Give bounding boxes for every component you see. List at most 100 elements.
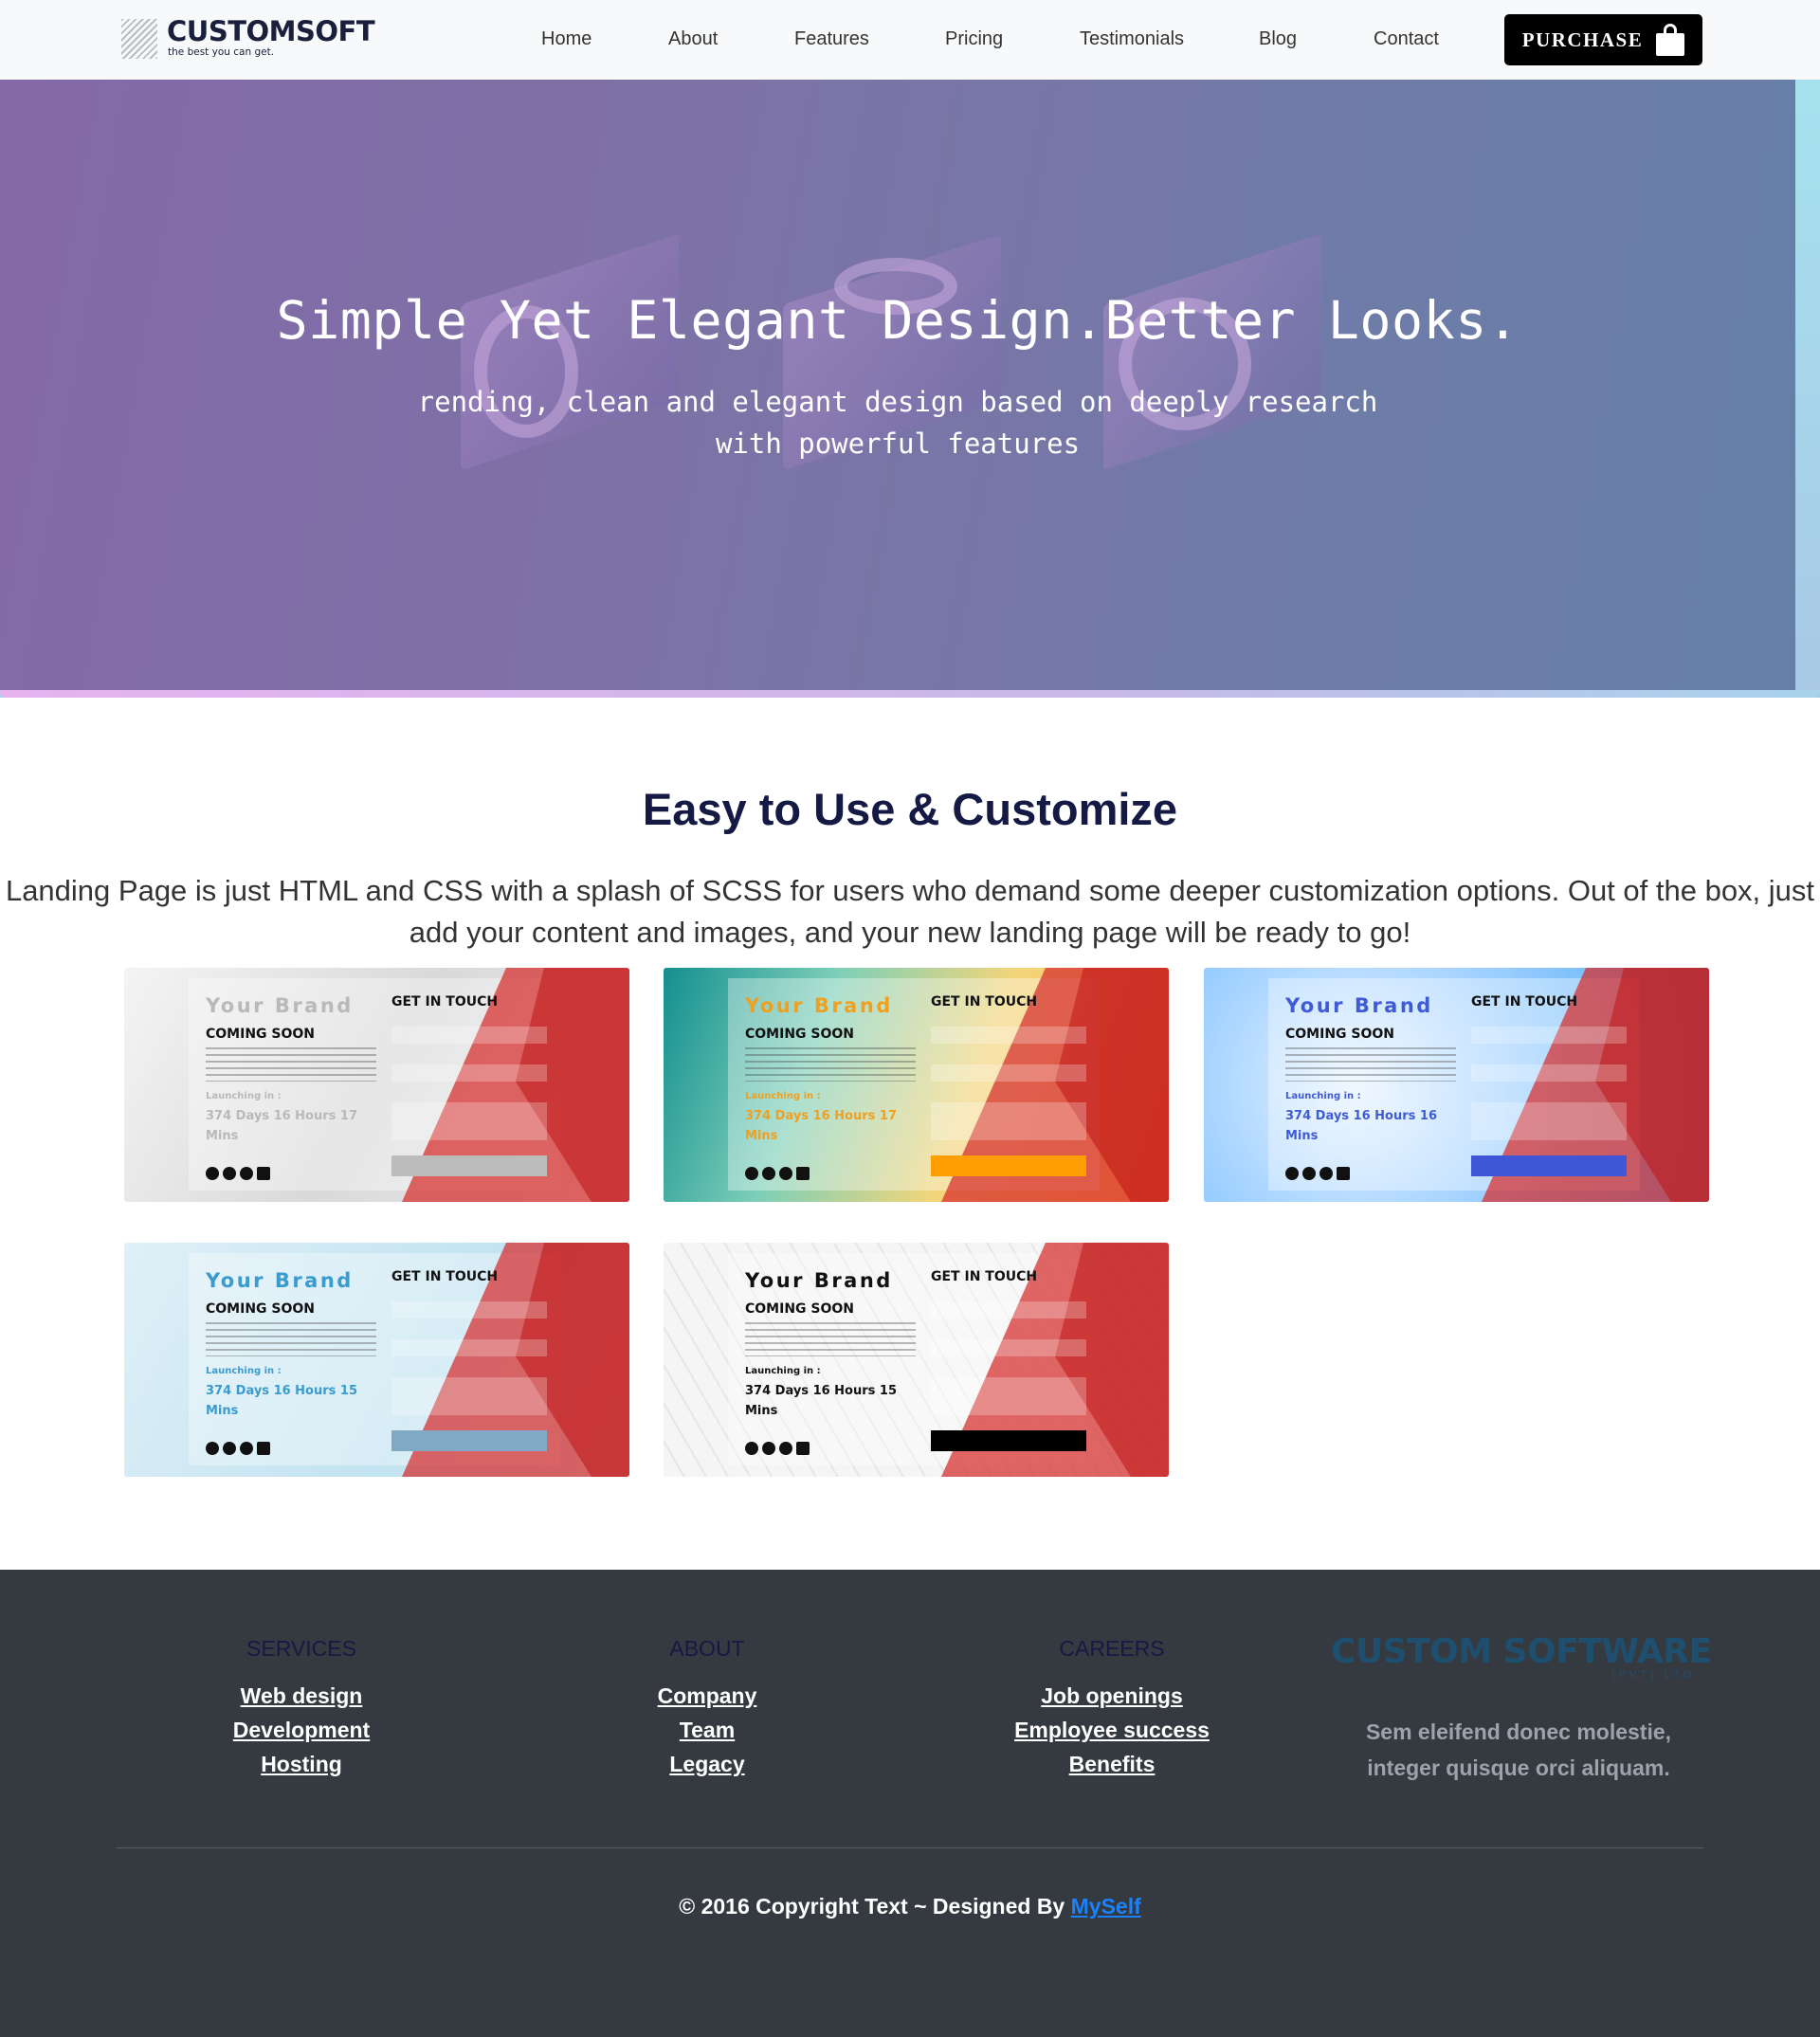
facebook-icon (1285, 1167, 1299, 1180)
instagram-icon (223, 1167, 236, 1180)
nav-home[interactable]: Home (541, 28, 592, 50)
google-icon (779, 1442, 792, 1455)
thumbnail-countdown: 374 Days 16 Hours 16 Mins (1285, 1109, 1438, 1143)
thumbnail-contact-title: GET IN TOUCH (391, 994, 499, 1009)
thumbnail-launch-label: Launching in : (745, 1091, 821, 1101)
thumbnail-name-field (391, 1301, 547, 1319)
thumbnail-coming-soon: COMING SOON (206, 1027, 316, 1042)
purchase-button[interactable]: PURCHASE (1504, 14, 1702, 65)
hero-banner: Simple Yet Elegant Design.Better Looks. … (0, 80, 1820, 698)
nav-contact[interactable]: Contact (1374, 28, 1439, 50)
template-thumbnail[interactable]: Your Brand COMING SOON Launching in : 37… (1204, 968, 1709, 1202)
nav-blog[interactable]: Blog (1259, 28, 1297, 50)
linkedin-icon (796, 1167, 810, 1180)
footer-services-title: SERVICES (246, 1636, 356, 1661)
thumbnail-name-field (931, 1027, 1086, 1044)
thumbnail-message-field (391, 1377, 547, 1415)
footer-link-employee-success[interactable]: Employee success (970, 1718, 1254, 1743)
thumbnail-brand: Your Brand (206, 1269, 354, 1292)
hero-title: Simple Yet Elegant Design.Better Looks. (276, 290, 1520, 351)
linkedin-icon (257, 1442, 270, 1455)
thumbnail-social-icons (745, 1442, 810, 1455)
google-icon (240, 1167, 253, 1180)
thumbnail-body-text (1285, 1047, 1456, 1082)
facebook-icon (206, 1167, 219, 1180)
thumbnail-coming-soon: COMING SOON (745, 1301, 855, 1317)
thumbnail-brand: Your Brand (1285, 994, 1433, 1017)
template-thumbnail[interactable]: Your Brand COMING SOON Launching in : 37… (664, 1243, 1169, 1477)
thumbnail-email-field (391, 1064, 547, 1082)
thumbnail-coming-soon: COMING SOON (1285, 1027, 1395, 1042)
thumbnail-message-field (931, 1377, 1086, 1415)
footer-brand-suffix: (PVT) LTD (1611, 1669, 1695, 1681)
facebook-icon (745, 1442, 758, 1455)
thumbnail-coming-soon: COMING SOON (206, 1301, 316, 1317)
thumbnail-brand: Your Brand (745, 1269, 893, 1292)
hero-edge-strip (1795, 80, 1820, 698)
thumbnail-body-text (745, 1047, 916, 1082)
thumbnail-launch-label: Launching in : (745, 1366, 821, 1376)
nav-testimonials[interactable]: Testimonials (1080, 28, 1184, 50)
hero-edge-strip (0, 690, 1820, 698)
footer-about-title: ABOUT (669, 1636, 745, 1661)
brand-logo[interactable]: CUSTOMSOFT the best you can get. (121, 15, 375, 63)
google-icon (779, 1167, 792, 1180)
thumbnail-send-button (391, 1155, 547, 1176)
nav-about[interactable]: About (668, 28, 718, 50)
thumbnail-contact-title: GET IN TOUCH (931, 994, 1038, 1009)
thumbnail-name-field (931, 1301, 1086, 1319)
thumbnail-contact-title: GET IN TOUCH (391, 1269, 499, 1284)
copyright-text: © 2016 Copyright Text ~ Designed By (679, 1894, 1065, 1919)
thumbnail-name-field (1471, 1027, 1627, 1044)
thumbnail-social-icons (206, 1442, 270, 1455)
thumbnail-launch-label: Launching in : (1285, 1091, 1361, 1101)
template-thumbnail[interactable]: Your Brand COMING SOON Launching in : 37… (124, 968, 629, 1202)
google-icon (240, 1442, 253, 1455)
thumbnail-coming-soon: COMING SOON (745, 1027, 855, 1042)
thumbnail-countdown: 374 Days 16 Hours 17 Mins (206, 1109, 358, 1143)
facebook-icon (745, 1167, 758, 1180)
copyright: © 2016 Copyright Text ~ Designed By MySe… (0, 1894, 1820, 1919)
thumbnail-send-button (931, 1430, 1086, 1451)
thumbnail-message-field (931, 1102, 1086, 1140)
footer-link-company[interactable]: Company (565, 1683, 849, 1709)
features-title: Easy to Use & Customize (642, 784, 1178, 834)
footer: SERVICES Web design Development Hosting … (0, 1570, 1820, 2037)
nav-pricing[interactable]: Pricing (945, 28, 1003, 50)
shopping-bag-icon (1656, 24, 1685, 56)
thumbnail-email-field (1471, 1064, 1627, 1082)
thumbnail-email-field (931, 1064, 1086, 1082)
thumbnail-send-button (931, 1155, 1086, 1176)
thumbnail-send-button (391, 1430, 547, 1451)
footer-link-job-openings[interactable]: Job openings (970, 1683, 1254, 1709)
thumbnail-brand: Your Brand (745, 994, 893, 1017)
designer-link[interactable]: MySelf (1071, 1894, 1141, 1919)
hero-subtitle: rending, clean and elegant design based … (417, 386, 1378, 460)
logo-title: CUSTOMSOFT (167, 15, 375, 47)
thumbnail-email-field (931, 1339, 1086, 1356)
footer-link-hosting[interactable]: Hosting (159, 1752, 444, 1777)
navbar: CUSTOMSOFT the best you can get. Home Ab… (0, 0, 1820, 80)
footer-link-development[interactable]: Development (159, 1718, 444, 1743)
footer-link-team[interactable]: Team (565, 1718, 849, 1743)
facebook-icon (206, 1442, 219, 1455)
thumbnail-name-field (391, 1027, 547, 1044)
thumbnail-send-button (1471, 1155, 1627, 1176)
thumbnail-countdown: 374 Days 16 Hours 15 Mins (206, 1384, 358, 1418)
thumbnail-message-field (391, 1102, 547, 1140)
hero-background: Simple Yet Elegant Design.Better Looks. … (0, 80, 1795, 690)
instagram-icon (762, 1167, 775, 1180)
thumbnail-body-text (206, 1047, 376, 1082)
footer-link-benefits[interactable]: Benefits (970, 1752, 1254, 1777)
footer-link-legacy[interactable]: Legacy (565, 1752, 849, 1777)
template-thumbnail[interactable]: Your Brand COMING SOON Launching in : 37… (664, 968, 1169, 1202)
template-thumbnail[interactable]: Your Brand COMING SOON Launching in : 37… (124, 1243, 629, 1477)
thumbnail-launch-label: Launching in : (206, 1366, 282, 1376)
features-description: Landing Page is just HTML and CSS with a… (5, 874, 1815, 949)
nav-features[interactable]: Features (794, 28, 869, 50)
thumbnail-launch-label: Launching in : (206, 1091, 282, 1101)
linkedin-icon (1337, 1167, 1350, 1180)
thumbnail-brand: Your Brand (206, 994, 354, 1017)
footer-link-web-design[interactable]: Web design (159, 1683, 444, 1709)
footer-divider (117, 1847, 1703, 1848)
